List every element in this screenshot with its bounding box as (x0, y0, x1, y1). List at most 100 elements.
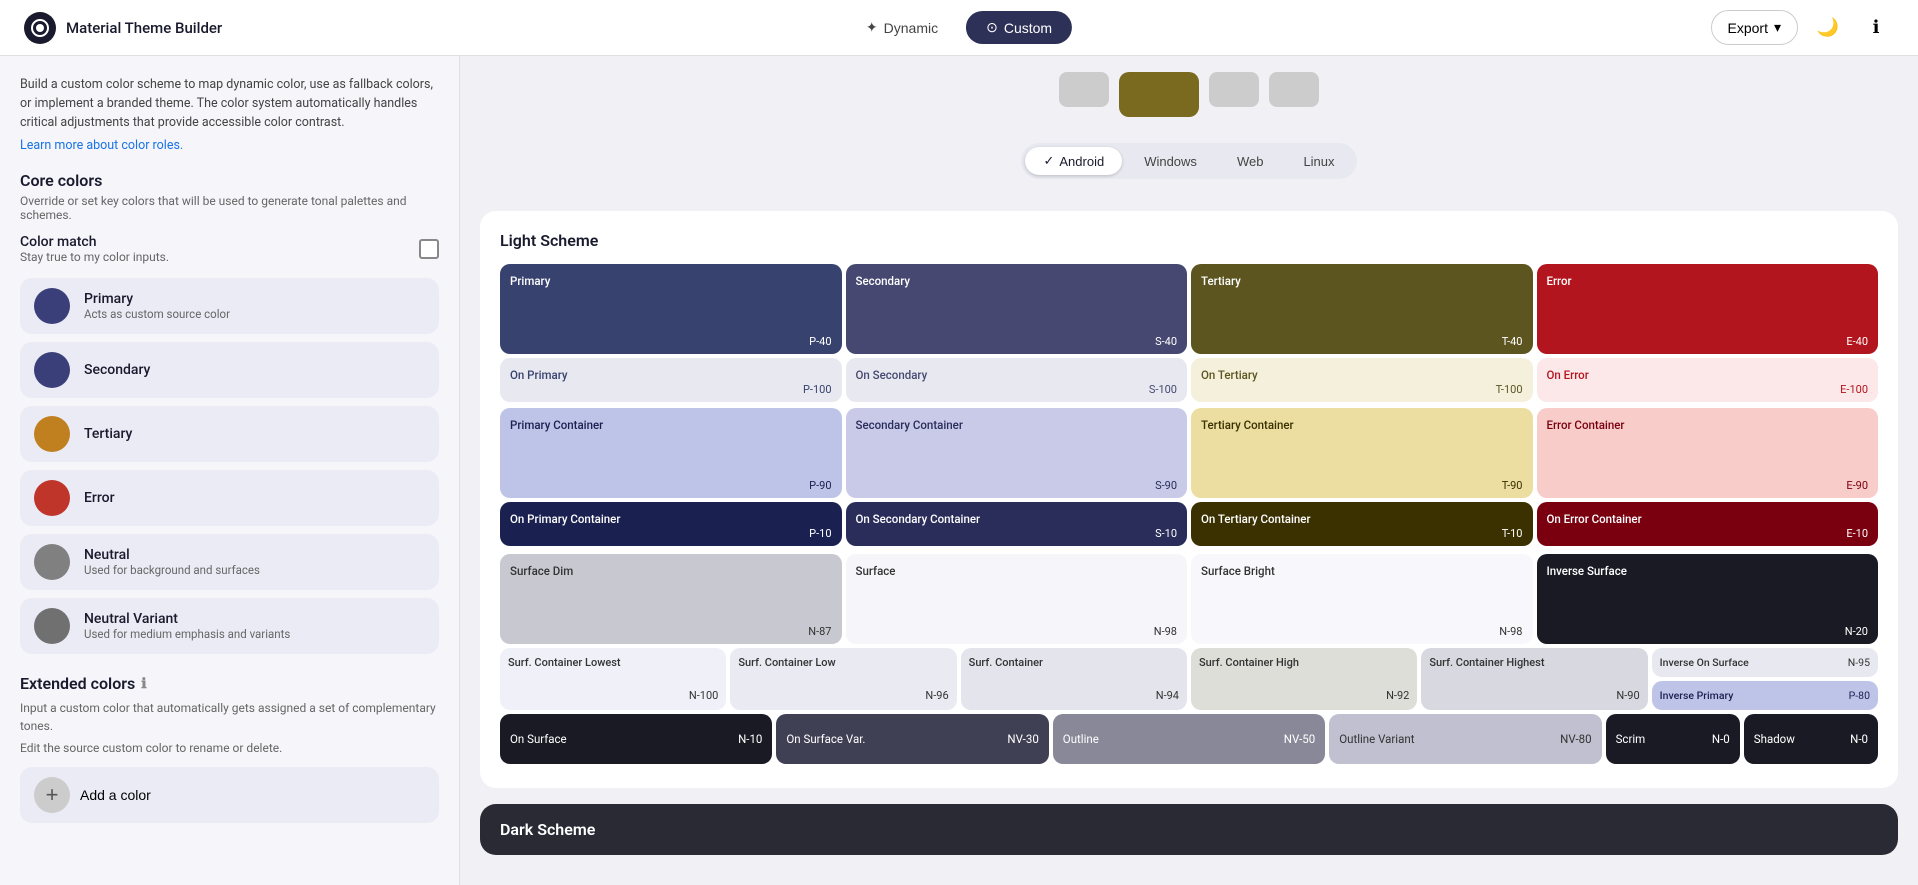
surface-code: N-98 (1154, 625, 1177, 638)
inverse-primary-code: P-80 (1849, 689, 1870, 702)
on-tertiary-container-cell: On Tertiary Container T-10 (1191, 502, 1533, 546)
surface-label: Surface (856, 564, 1178, 578)
inverse-stack: Inverse On Surface N-95 Inverse Primary … (1652, 648, 1878, 710)
inverse-surface-label: Inverse Surface (1547, 564, 1869, 578)
primary-container-label: Primary Container (510, 418, 832, 432)
primary-cell: Primary P-40 (500, 264, 842, 354)
on-surface-var-cell: On Surface Var. NV-30 (776, 714, 1048, 764)
tab-windows[interactable]: Windows (1126, 147, 1215, 175)
on-primary-label: On Primary (510, 368, 832, 382)
info-button[interactable]: ℹ (1858, 10, 1894, 46)
on-primary-container-code: P-10 (809, 527, 831, 540)
platform-preview (480, 72, 1898, 127)
inverse-on-surface-cell: Inverse On Surface N-95 (1652, 648, 1878, 677)
color-match-label: Color match (20, 234, 169, 250)
add-icon: + (34, 777, 70, 813)
primary-container-cell: Primary Container P-90 (500, 408, 842, 498)
on-surface-code: N-10 (738, 732, 762, 746)
primary-container-code: P-90 (809, 479, 831, 492)
scheme-row-2b: On Primary Container P-10 On Secondary C… (500, 502, 1878, 546)
on-tertiary-label: On Tertiary (1201, 368, 1523, 382)
tab-android[interactable]: ✓ Android (1025, 147, 1122, 175)
color-item-secondary[interactable]: Secondary (20, 342, 439, 398)
on-surface-var-code: NV-30 (1007, 732, 1038, 746)
on-error-container-cell: On Error Container E-10 (1537, 502, 1879, 546)
theme-toggle-button[interactable]: 🌙 (1810, 10, 1846, 46)
tab-linux[interactable]: Linux (1285, 147, 1352, 175)
nav-custom-button[interactable]: ⊙ Custom (966, 11, 1072, 44)
color-item-error[interactable]: Error (20, 470, 439, 526)
dark-scheme-card: Dark Scheme (480, 804, 1898, 855)
sc-low-cell: Surf. Container Low N-96 (730, 648, 956, 710)
export-label: Export (1728, 20, 1768, 36)
on-tertiary-container-label: On Tertiary Container (1201, 512, 1523, 526)
error-container-cell: Error Container E-90 (1537, 408, 1879, 498)
platform-tabs: ✓ Android Windows Web Linux (1021, 143, 1356, 179)
scrim-shadow-row: Scrim N-0 Shadow N-0 (1606, 714, 1878, 764)
tab-web[interactable]: Web (1219, 147, 1282, 175)
surface-cell: Surface N-98 (846, 554, 1188, 644)
tertiary-container-cell: Tertiary Container T-90 (1191, 408, 1533, 498)
on-error-container-label: On Error Container (1547, 512, 1869, 526)
outline-variant-cell: Outline Variant NV-80 (1329, 714, 1601, 764)
on-error-cell: On Error E-100 (1537, 358, 1879, 402)
main-layout: Build a custom color scheme to map dynam… (0, 56, 1918, 885)
nav-dynamic-button[interactable]: ✦ Dynamic (846, 11, 958, 44)
secondary-cell: Secondary S-40 (846, 264, 1188, 354)
neutral-color-desc: Used for background and surfaces (84, 563, 260, 577)
core-colors-subtitle: Override or set key colors that will be … (20, 194, 439, 222)
color-item-tertiary[interactable]: Tertiary (20, 406, 439, 462)
light-scheme-card: Light Scheme Primary P-40 Secondary S-40… (480, 211, 1898, 788)
dark-scheme-title: Dark Scheme (500, 820, 1878, 839)
error-container-code: E-90 (1846, 479, 1868, 492)
sc-lowest-label: Surf. Container Lowest (508, 656, 718, 669)
sc-highest-cell: Surf. Container Highest N-90 (1421, 648, 1647, 710)
phone-mockup-4 (1269, 72, 1319, 107)
sc-highest-code: N-90 (1429, 689, 1639, 702)
scrim-cell: Scrim N-0 (1606, 714, 1740, 764)
inverse-primary-label: Inverse Primary (1660, 689, 1734, 702)
on-error-label: On Error (1547, 368, 1869, 382)
on-error-code: E-100 (1840, 383, 1868, 396)
app-title: Material Theme Builder (66, 19, 222, 37)
inverse-primary-cell: Inverse Primary P-80 (1652, 681, 1878, 710)
dynamic-icon: ✦ (866, 19, 878, 36)
neutral-variant-color-desc: Used for medium emphasis and variants (84, 627, 290, 641)
error-container-label: Error Container (1547, 418, 1869, 432)
phone-mockups (1059, 72, 1319, 117)
color-item-primary[interactable]: Primary Acts as custom source color (20, 278, 439, 334)
sidebar-intro: Build a custom color scheme to map dynam… (20, 76, 439, 132)
tertiary-cell-code: T-40 (1502, 335, 1523, 348)
on-primary-cell: On Primary P-100 (500, 358, 842, 402)
outline-cell: Outline NV-50 (1053, 714, 1325, 764)
export-button[interactable]: Export ▾ (1711, 10, 1799, 45)
color-match-checkbox[interactable] (419, 239, 439, 259)
sidebar-link[interactable]: Learn more about color roles. (20, 138, 183, 153)
header-left: Material Theme Builder (24, 12, 222, 44)
shadow-label: Shadow (1754, 732, 1795, 746)
info-small-icon: ℹ (141, 676, 146, 692)
surf-container-row: Surf. Container Lowest N-100 Surf. Conta… (500, 648, 1878, 710)
on-secondary-container-cell: On Secondary Container S-10 (846, 502, 1188, 546)
add-color-button[interactable]: + Add a color (20, 767, 439, 823)
content-area: ✓ Android Windows Web Linux Light Scheme… (460, 56, 1918, 885)
neutral-variant-color-swatch (34, 608, 70, 644)
neutral-color-swatch (34, 544, 70, 580)
color-item-neutral[interactable]: Neutral Used for background and surfaces (20, 534, 439, 590)
tertiary-cell: Tertiary T-40 (1191, 264, 1533, 354)
on-secondary-container-code: S-10 (1155, 527, 1177, 540)
tertiary-color-name: Tertiary (84, 426, 132, 442)
inverse-surface-code: N-20 (1845, 625, 1868, 638)
on-tertiary-cell: On Tertiary T-100 (1191, 358, 1533, 402)
header: Material Theme Builder ✦ Dynamic ⊙ Custo… (0, 0, 1918, 56)
on-secondary-cell: On Secondary S-100 (846, 358, 1188, 402)
primary-color-desc: Acts as custom source color (84, 307, 230, 321)
secondary-color-name: Secondary (84, 362, 150, 378)
on-tertiary-code: T-100 (1496, 383, 1523, 396)
surface-bright-cell: Surface Bright N-98 (1191, 554, 1533, 644)
on-surface-label: On Surface (510, 732, 567, 746)
color-item-neutral-variant[interactable]: Neutral Variant Used for medium emphasis… (20, 598, 439, 654)
extended-section: Extended colors ℹ Input a custom color t… (20, 674, 439, 823)
inverse-surface-cell: Inverse Surface N-20 (1537, 554, 1879, 644)
scheme-row-2: Primary Container P-90 Secondary Contain… (500, 408, 1878, 498)
